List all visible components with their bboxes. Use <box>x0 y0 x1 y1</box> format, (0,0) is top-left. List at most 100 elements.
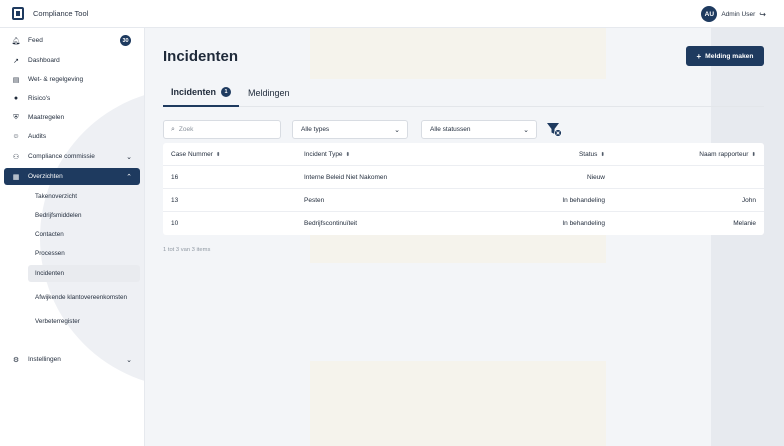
filter-bar: ⌕ Alle types ⌄ Alle statussen ⌄ <box>163 120 764 140</box>
tab-label: Incidenten <box>171 86 217 97</box>
sidebar-item-label: Maatregelen <box>28 114 65 121</box>
sidebar-subitem-bedrijfsmiddelen[interactable]: Bedrijfsmiddelen <box>28 207 140 224</box>
tab-label: Meldingen <box>248 87 290 98</box>
app-logo-icon <box>12 7 24 20</box>
case-number-cell: 16 <box>171 174 179 181</box>
chevron-down-icon: ⌄ <box>394 126 400 134</box>
page-title: Incidenten <box>163 48 239 65</box>
table-row[interactable]: 13 Pesten In behandeling John <box>163 189 764 212</box>
column-header-label: Incident Type <box>304 151 343 158</box>
background-decoration <box>310 28 606 79</box>
status-cell: In behandeling <box>562 197 605 204</box>
sidebar-subitem-incidenten[interactable]: Incidenten <box>28 265 140 282</box>
incident-type-cell: Interne Beleid Niet Nakomen <box>304 174 388 181</box>
sidebar-item-label: Wet- & regelgeving <box>28 76 84 83</box>
bell-icon: 🔔︎ <box>11 37 21 45</box>
background-decoration <box>310 233 606 263</box>
status-filter-value: Alle statussen <box>430 126 471 133</box>
sidebar-subitem-contacten[interactable]: Contacten <box>28 226 140 243</box>
type-filter-value: Alle types <box>301 126 330 133</box>
sidebar-subitem-processen[interactable]: Processen <box>28 245 140 262</box>
plus-icon: + <box>696 51 702 61</box>
sidebar-subitem-takenoverzicht[interactable]: Takenoverzicht <box>28 188 140 205</box>
column-header-naam-rapporteur[interactable]: Naam rapporteur ⬍ <box>699 143 756 166</box>
sort-icon: ⬍ <box>751 151 756 158</box>
sidebar-subitem-verbeterregister[interactable]: Verbeterregister <box>28 313 140 330</box>
tab-meldingen[interactable]: Meldingen <box>248 78 290 107</box>
incidents-table: Case Nummer ⬍ Incident Type ⬍ Status ⬍ Naam… <box>163 143 764 235</box>
create-report-button[interactable]: + Melding maken <box>686 46 764 66</box>
reporter-cell: Melanie <box>733 220 756 227</box>
sidebar-subitem-afwijkende-klantovereenkomsten[interactable]: Afwijkende klantovereenkomsten <box>28 284 140 312</box>
sidebar-item-instellingen[interactable]: ⚙ Instellingen ⌄ <box>4 351 140 368</box>
column-header-case-nummer[interactable]: Case Nummer ⬍ <box>171 143 221 166</box>
background-decoration <box>310 361 606 446</box>
main-content: Incidenten + Melding maken Incidenten 1 … <box>145 28 784 446</box>
sidebar-item-label: Instellingen <box>28 356 61 363</box>
column-header-label: Case Nummer <box>171 151 213 158</box>
sidebar-item-dashboard[interactable]: ↗ Dashboard <box>4 52 140 69</box>
sidebar-item-label: Audits <box>28 133 47 140</box>
search-icon: ⌕ <box>171 125 175 133</box>
search-box[interactable]: ⌕ <box>163 120 281 139</box>
brand[interactable]: Compliance Tool <box>12 7 88 20</box>
tab-bar: Incidenten 1 Meldingen <box>163 78 764 107</box>
shield-icon: ⛨ <box>13 113 19 121</box>
sort-icon: ⬍ <box>600 151 605 158</box>
create-report-label: Melding maken <box>705 52 754 60</box>
column-header-status[interactable]: Status ⬍ <box>579 143 605 166</box>
case-number-cell: 13 <box>171 197 179 204</box>
logout-icon[interactable]: ↪ <box>759 10 766 19</box>
sidebar-item-label: Overzichten <box>28 173 63 180</box>
tab-incidenten[interactable]: Incidenten 1 <box>163 78 240 107</box>
tab-count-badge: 1 <box>221 86 232 97</box>
sidebar-item-wet-regelgeving[interactable]: ▤ Wet- & regelgeving <box>4 71 140 88</box>
case-number-cell: 10 <box>171 220 179 227</box>
sidebar-item-label: Dashboard <box>28 57 60 64</box>
chevron-down-icon: ⌄ <box>126 153 132 161</box>
reporter-cell: John <box>741 197 756 204</box>
top-bar: Compliance Tool AU Admin User ↪ <box>0 0 784 28</box>
column-header-incident-type[interactable]: Incident Type ⬍ <box>304 143 350 166</box>
sort-icon: ⬍ <box>215 151 221 158</box>
sidebar: 🔔︎ Feed 30 ↗ Dashboard ▤ Wet- & regelgev… <box>0 28 145 446</box>
chevron-up-icon: ⌃ <box>126 173 132 181</box>
search-input[interactable] <box>178 126 269 133</box>
group-icon: ⚇ <box>12 153 20 161</box>
sidebar-item-feed[interactable]: 🔔︎ Feed 30 <box>4 32 140 49</box>
chevron-down-icon: ⌄ <box>126 356 132 364</box>
sidebar-item-label: Risico's <box>28 95 51 102</box>
table-row[interactable]: 16 Interne Beleid Niet Nakomen Nieuw <box>163 166 764 189</box>
sidebar-item-compliance-commissie[interactable]: ⚇ Compliance commissie ⌄ <box>4 148 140 165</box>
alert-icon: ● <box>13 95 19 102</box>
incident-type-cell: Bedrijfscontinuïteit <box>304 220 358 227</box>
app-name: Compliance Tool <box>33 9 89 18</box>
chevron-down-icon: ⌄ <box>523 126 529 134</box>
table-row[interactable]: 10 Bedrijfscontinuïteit In behandeling M… <box>163 212 764 235</box>
status-cell: In behandeling <box>562 220 605 227</box>
sidebar-item-overzichten[interactable]: ▦ Overzichten ⌃ <box>4 168 140 185</box>
status-cell: Nieuw <box>586 174 605 181</box>
incident-type-cell: Pesten <box>304 197 325 204</box>
status-filter-select[interactable]: Alle statussen ⌄ <box>421 120 537 139</box>
table-icon: ▦ <box>12 173 20 181</box>
column-header-label: Naam rapporteur <box>699 151 749 158</box>
sidebar-item-risicos[interactable]: ● Risico's <box>4 90 140 107</box>
book-icon: ▤ <box>12 76 20 84</box>
table-header: Case Nummer ⬍ Incident Type ⬍ Status ⬍ Naam… <box>163 143 764 166</box>
gear-icon: ⚙ <box>12 356 20 364</box>
sidebar-item-label: Compliance commissie <box>28 153 95 160</box>
sort-icon: ⬍ <box>345 151 351 158</box>
avatar[interactable]: AU <box>701 6 718 22</box>
sidebar-item-maatregelen[interactable]: ⛨ Maatregelen <box>4 109 140 126</box>
column-header-label: Status <box>578 151 598 158</box>
pagination-summary: 1 tot 3 van 3 items <box>163 247 211 253</box>
feed-count-badge: 30 <box>120 35 131 46</box>
clear-filter-icon[interactable] <box>546 121 562 137</box>
user-menu[interactable]: AU Admin User ↪ <box>701 6 766 22</box>
user-check-icon: ☺ <box>12 133 20 140</box>
type-filter-select[interactable]: Alle types ⌄ <box>292 120 408 139</box>
sidebar-item-label: Feed <box>28 37 43 44</box>
user-name: Admin User <box>721 10 756 18</box>
sidebar-item-audits[interactable]: ☺ Audits <box>4 128 140 145</box>
